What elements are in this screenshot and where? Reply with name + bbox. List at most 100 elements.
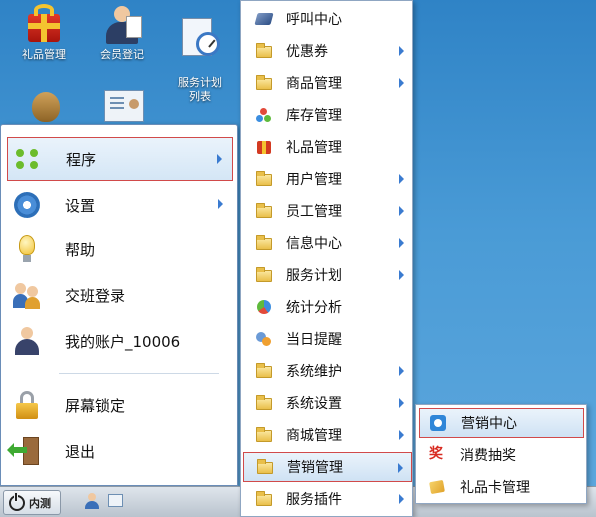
desktop-icon-gift-management[interactable]: 礼品管理 bbox=[6, 2, 82, 62]
desktop-icon-service-plan-list[interactable]: 服务计划 列表 bbox=[162, 2, 238, 118]
programs-item-label: 当日提醒 bbox=[286, 332, 342, 348]
programs-item-label: 信息中心 bbox=[286, 236, 342, 252]
submenu-arrow-icon bbox=[399, 206, 404, 216]
submenu-arrow-icon bbox=[399, 174, 404, 184]
submenu-arrow-icon bbox=[398, 463, 403, 473]
taskbar-user-icon[interactable] bbox=[84, 493, 100, 509]
menu-separator bbox=[59, 373, 219, 374]
call-center-icon bbox=[254, 12, 274, 26]
programs-item-inventory[interactable]: 库存管理 bbox=[243, 100, 412, 130]
exit-icon bbox=[7, 435, 43, 467]
start-menu-item-label: 帮助 bbox=[65, 240, 96, 259]
start-menu-item-exit[interactable]: 退出 bbox=[7, 429, 233, 473]
programs-item-mall-management[interactable]: 商城管理 bbox=[243, 420, 412, 450]
submenu-arrow-icon bbox=[217, 154, 222, 164]
programs-item-call-center[interactable]: 呼叫中心 bbox=[243, 4, 412, 34]
desktop-icon-label: 礼品管理 bbox=[22, 48, 66, 61]
start-button-label: 内测 bbox=[29, 496, 51, 510]
start-menu-item-programs[interactable]: 程序 bbox=[7, 137, 233, 181]
submenu-arrow-icon bbox=[399, 270, 404, 280]
programs-item-label: 呼叫中心 bbox=[286, 12, 342, 28]
start-menu-item-screen-lock[interactable]: 屏幕锁定 bbox=[7, 383, 233, 427]
start-menu: 程序 设置 帮助 交班登录 我的账户_10006 屏幕锁定 退出 bbox=[0, 124, 238, 486]
start-menu-item-settings[interactable]: 设置 bbox=[7, 183, 233, 227]
gear-icon bbox=[11, 189, 43, 221]
desktop-icon-label: 会员登记 bbox=[100, 48, 144, 61]
programs-item-label: 营销管理 bbox=[287, 460, 343, 476]
submenu-arrow-icon bbox=[399, 398, 404, 408]
folder-icon bbox=[256, 171, 272, 186]
programs-item-label: 商城管理 bbox=[286, 428, 342, 444]
programs-item-label: 用户管理 bbox=[286, 172, 342, 188]
start-menu-item-label: 设置 bbox=[65, 196, 96, 215]
lottery-icon: 奖 bbox=[429, 446, 443, 462]
member-card-icon bbox=[100, 84, 144, 128]
folder-icon bbox=[256, 363, 272, 378]
marketing-item-lottery[interactable]: 奖 消费抽奖 bbox=[419, 440, 584, 470]
submenu-arrow-icon bbox=[399, 46, 404, 56]
start-menu-item-help[interactable]: 帮助 bbox=[7, 227, 233, 271]
programs-grid-icon bbox=[12, 143, 44, 175]
folder-icon bbox=[256, 75, 272, 90]
marketing-item-label: 营销中心 bbox=[461, 416, 517, 432]
folder-icon bbox=[256, 203, 272, 218]
programs-item-product-management[interactable]: 商品管理 bbox=[243, 68, 412, 98]
start-menu-item-my-account[interactable]: 我的账户_10006 bbox=[7, 319, 233, 363]
programs-item-service-plan[interactable]: 服务计划 bbox=[243, 260, 412, 290]
stock-icon bbox=[256, 108, 272, 122]
folder-icon bbox=[256, 427, 272, 442]
start-menu-item-label: 屏幕锁定 bbox=[65, 396, 126, 415]
statistics-icon bbox=[256, 300, 272, 314]
submenu-arrow-icon bbox=[399, 430, 404, 440]
gift-card-icon bbox=[429, 479, 445, 495]
folder-icon bbox=[256, 395, 272, 410]
programs-item-label: 系统维护 bbox=[286, 364, 342, 380]
programs-item-marketing-management[interactable]: 营销管理 bbox=[243, 452, 412, 482]
taskbar-card-icon[interactable] bbox=[108, 493, 124, 509]
submenu-arrow-icon bbox=[218, 199, 223, 209]
marketing-item-gift-card[interactable]: 礼品卡管理 bbox=[419, 472, 584, 502]
programs-item-system-maintenance[interactable]: 系统维护 bbox=[243, 356, 412, 386]
folder-icon bbox=[256, 267, 272, 282]
marketing-item-label: 礼品卡管理 bbox=[460, 480, 530, 496]
service-plan-icon bbox=[178, 16, 222, 60]
programs-item-label: 系统设置 bbox=[286, 396, 342, 412]
desktop-icon-member-registration[interactable]: 会员登记 bbox=[84, 2, 160, 62]
desktop-icon-label: 服务计划 列表 bbox=[178, 76, 222, 103]
start-button[interactable]: 内测 bbox=[3, 490, 61, 515]
account-icon bbox=[11, 325, 43, 357]
programs-item-label: 服务计划 bbox=[286, 268, 342, 284]
programs-item-info-center[interactable]: 信息中心 bbox=[243, 228, 412, 258]
programs-item-statistics[interactable]: 统计分析 bbox=[243, 292, 412, 322]
start-menu-item-label: 退出 bbox=[65, 442, 96, 461]
start-menu-item-label: 程序 bbox=[66, 150, 97, 169]
submenu-arrow-icon bbox=[399, 366, 404, 376]
programs-item-staff-management[interactable]: 员工管理 bbox=[243, 196, 412, 226]
programs-item-label: 礼品管理 bbox=[286, 140, 342, 156]
gift-icon bbox=[22, 2, 66, 46]
marketing-submenu: 营销中心 奖 消费抽奖 礼品卡管理 bbox=[415, 404, 587, 504]
programs-item-label: 库存管理 bbox=[286, 108, 342, 124]
start-menu-item-shift-login[interactable]: 交班登录 bbox=[7, 273, 233, 317]
submenu-arrow-icon bbox=[399, 494, 404, 504]
programs-item-service-plugins[interactable]: 服务插件 bbox=[243, 484, 412, 514]
marketing-item-marketing-center[interactable]: 营销中心 bbox=[419, 408, 584, 438]
lock-icon bbox=[11, 389, 43, 421]
programs-item-system-settings[interactable]: 系统设置 bbox=[243, 388, 412, 418]
programs-item-label: 商品管理 bbox=[286, 76, 342, 92]
programs-item-label: 服务插件 bbox=[286, 492, 342, 508]
gift-icon bbox=[256, 140, 272, 154]
submenu-arrow-icon bbox=[399, 78, 404, 88]
programs-item-daily-reminder[interactable]: 当日提醒 bbox=[243, 324, 412, 354]
bulb-icon bbox=[11, 233, 43, 265]
programs-item-gift-management[interactable]: 礼品管理 bbox=[243, 132, 412, 162]
desktop: 礼品管理 会员登记 服务计划 列表 程序 设置 帮助 交班登录 我的账户_100… bbox=[0, 0, 596, 517]
shift-users-icon bbox=[11, 279, 43, 311]
start-menu-item-label: 交班登录 bbox=[65, 286, 126, 305]
programs-item-user-management[interactable]: 用户管理 bbox=[243, 164, 412, 194]
programs-item-coupons[interactable]: 优惠券 bbox=[243, 36, 412, 66]
folder-icon bbox=[256, 235, 272, 250]
member-icon bbox=[100, 2, 144, 46]
power-icon bbox=[9, 492, 25, 511]
money-bag-icon bbox=[24, 84, 68, 128]
